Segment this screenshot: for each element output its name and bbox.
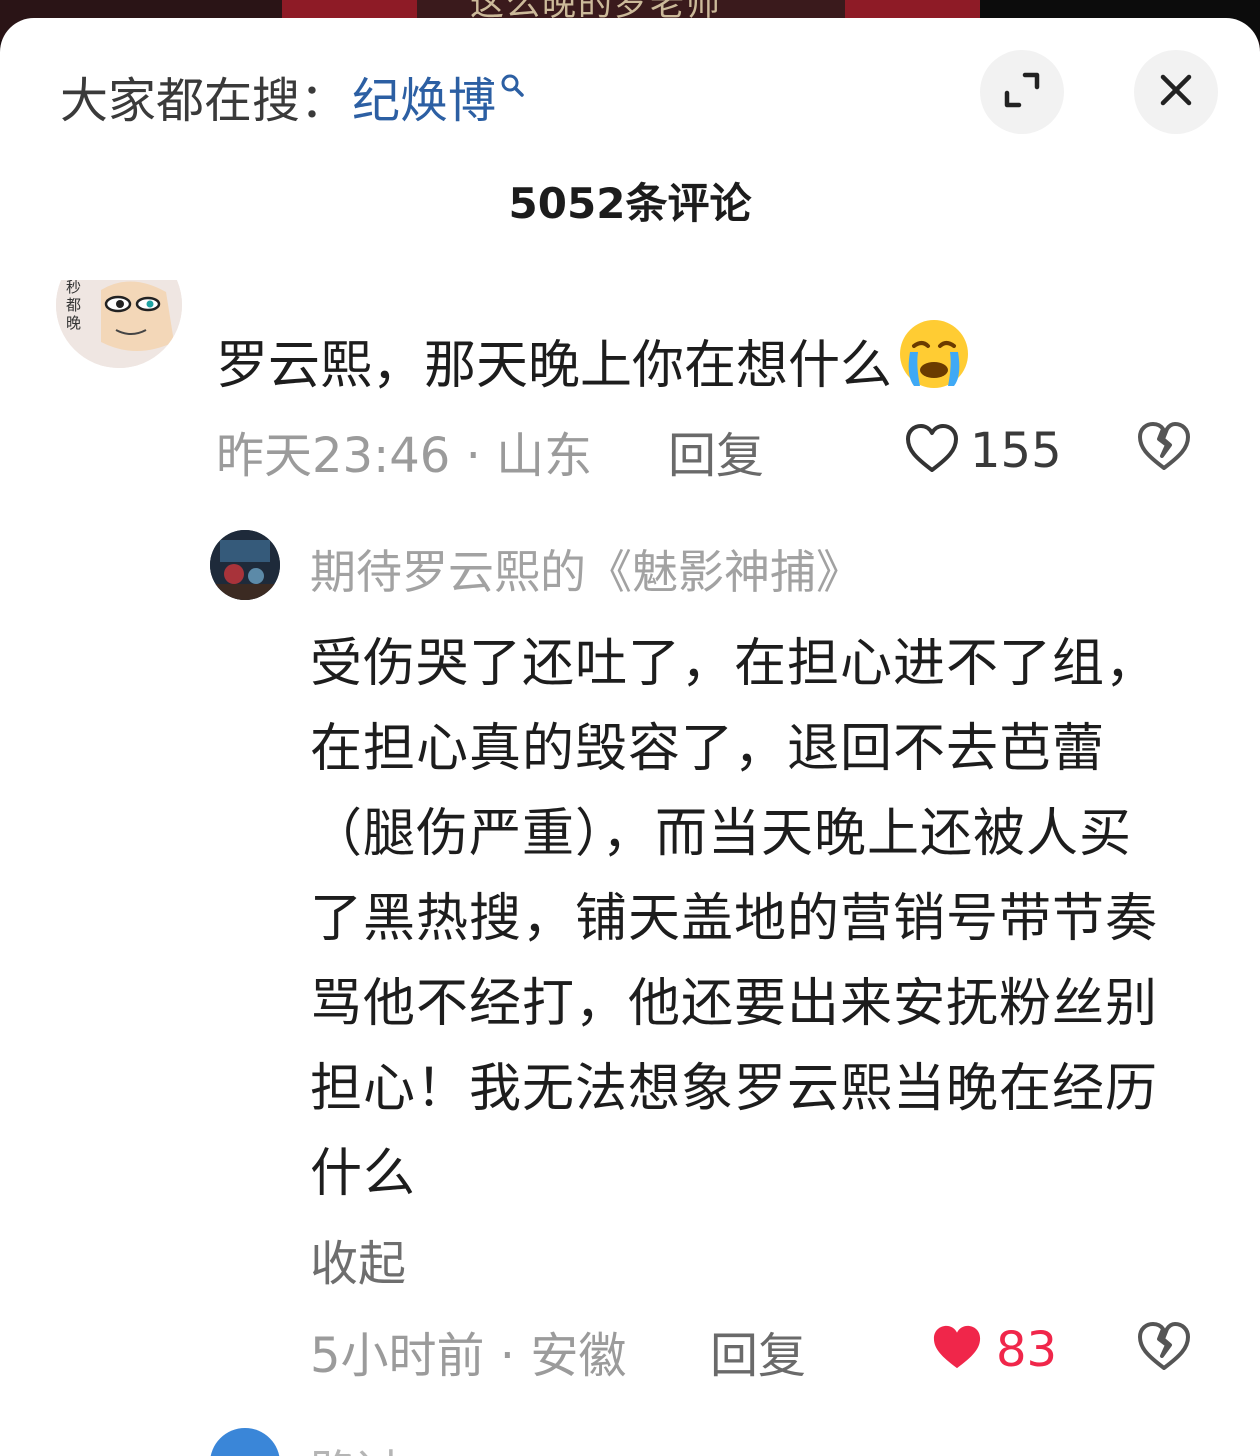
heart-icon [930, 1322, 984, 1384]
reply-body: 受伤哭了还吐了，在担心进不了组，在担心真的毁容了，退回不去芭蕾（腿伤严重），而当… [310, 634, 1159, 1204]
next-reply-author[interactable]: 路过 [310, 1436, 402, 1456]
comment-time-location: 昨天23:46 · 山东 [216, 428, 593, 484]
collapse-button[interactable]: 收起 [310, 1224, 406, 1294]
reply-time-location: 5小时前 · 安徽 [310, 1328, 627, 1384]
avatar-caption: 秒 [66, 280, 81, 296]
trending-search-hint[interactable]: 大家都在搜： 纪焕博 [60, 60, 526, 132]
comment-body: 罗云熙，那天晚上你在想什么 [216, 336, 893, 396]
broken-heart-icon [1136, 422, 1192, 476]
comment-text: 罗云熙，那天晚上你在想什么 [216, 316, 972, 405]
svg-text:晚: 晚 [66, 314, 81, 332]
reply-button[interactable]: 回复 [668, 416, 764, 486]
close-icon [1159, 73, 1193, 111]
reply-reply-button[interactable]: 回复 [710, 1316, 806, 1386]
search-hint-label: 大家都在搜： [60, 73, 349, 129]
reply-avatar[interactable] [210, 530, 280, 600]
crying-emoji-icon [896, 316, 972, 405]
comment-count: 5052条评论 [508, 179, 752, 228]
next-reply-avatar[interactable] [210, 1428, 280, 1456]
like-count: 155 [970, 423, 1062, 479]
avatar[interactable]: 秒 都 晚 [56, 280, 182, 368]
close-button[interactable] [1134, 50, 1218, 134]
comment-avatar-crop: 秒 都 晚 [56, 280, 182, 368]
expand-button[interactable] [980, 50, 1064, 134]
search-icon [500, 55, 526, 111]
expand-icon [1002, 70, 1042, 114]
heart-icon [904, 422, 960, 486]
dislike-button[interactable] [1136, 420, 1192, 476]
comments-sheet: 大家都在搜： 纪焕博 5052条评论 秒 都 晚 罗云熙，那天晚上你在想什么 昨… [0, 18, 1260, 1456]
reply-dislike-button[interactable] [1136, 1320, 1192, 1376]
reply-like-count: 83 [996, 1322, 1058, 1378]
search-keyword[interactable]: 纪焕博 [352, 61, 496, 131]
broken-heart-icon [1136, 1322, 1192, 1376]
reply-like-button[interactable]: 83 [930, 1316, 1057, 1384]
svg-text:都: 都 [66, 296, 81, 314]
like-button[interactable]: 155 [904, 416, 1062, 486]
reply-author[interactable]: 期待罗云熙的《魅影神捕》 [310, 536, 862, 602]
